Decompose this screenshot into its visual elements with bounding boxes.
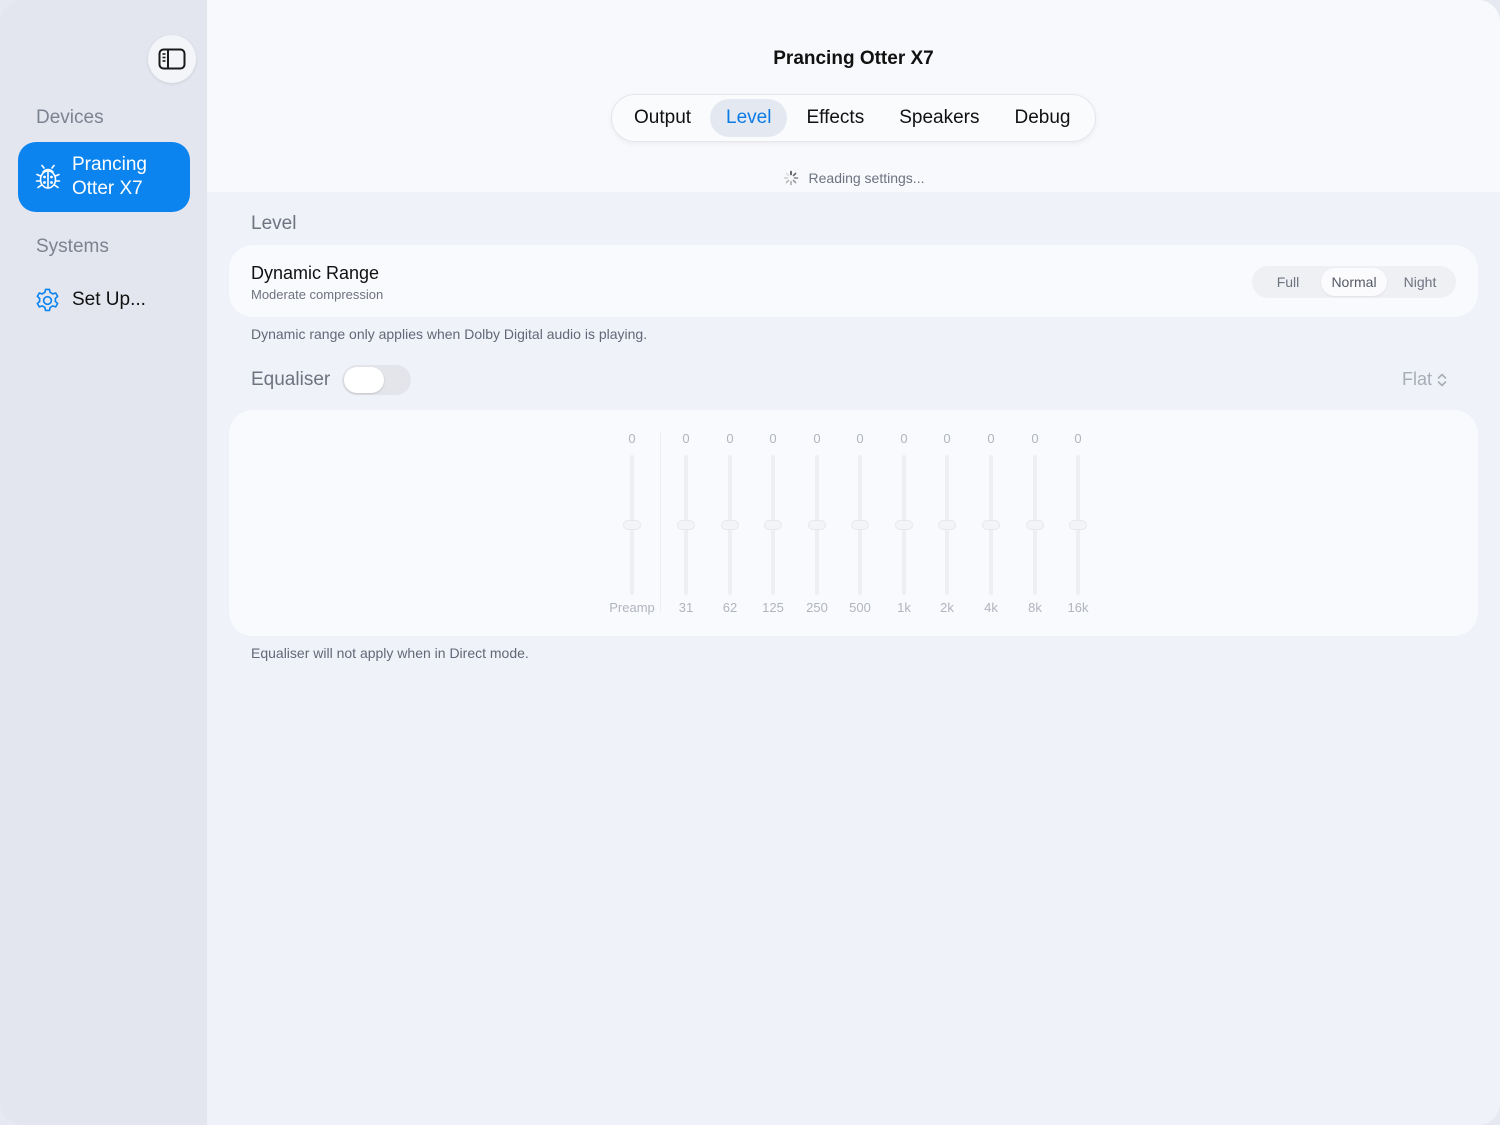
segment-normal[interactable]: Normal: [1321, 268, 1387, 296]
tab-bar: Output Level Effects Speakers Debug: [611, 94, 1096, 142]
segment-full[interactable]: Full: [1255, 268, 1321, 296]
eq-band-value: 0: [628, 431, 636, 446]
equaliser-toggle[interactable]: [342, 365, 411, 395]
dynamic-range-subtitle: Moderate compression: [251, 287, 384, 302]
ladybug-icon: [35, 164, 61, 189]
sidebar-item-device[interactable]: Prancing Otter X7: [18, 142, 190, 212]
eq-slider-thumb[interactable]: [764, 520, 782, 530]
eq-slider-thumb[interactable]: [851, 520, 869, 530]
equaliser-label: Equaliser: [251, 369, 331, 390]
preset-selector[interactable]: Flat: [1402, 369, 1447, 390]
eq-band-value: 0: [769, 431, 777, 446]
eq-slider-thumb[interactable]: [1026, 520, 1044, 530]
chevron-up-down-icon: [1437, 373, 1447, 386]
eq-band-value: 0: [1074, 431, 1082, 446]
eq-band-label: Preamp: [609, 600, 655, 615]
setup-item-label: Set Up...: [72, 289, 146, 310]
gear-icon: [36, 288, 59, 311]
app-window: Devices Prancing Otter X7 Systems Set Up…: [0, 0, 1500, 1125]
equaliser-note: Equaliser will not apply when in Direct …: [251, 645, 529, 661]
dynamic-range-note: Dynamic range only applies when Dolby Di…: [251, 326, 648, 342]
sidebar-icon: [158, 48, 186, 70]
devices-section-label: Devices: [36, 107, 104, 128]
spinner-icon: [783, 170, 798, 186]
page-title: Prancing Otter X7: [773, 48, 934, 69]
equaliser-header: Equaliser Flat: [251, 365, 1447, 395]
dynamic-range-segmented-control: Full Normal Night: [1252, 266, 1456, 298]
tab-debug[interactable]: Debug: [998, 99, 1086, 137]
device-item-label: Prancing Otter X7: [72, 154, 147, 199]
sidebar-toggle-button[interactable]: [148, 35, 196, 83]
dynamic-range-title: Dynamic Range: [251, 263, 380, 283]
level-section-title: Level: [251, 213, 297, 234]
header: Prancing Otter X7 Output Level Effects S…: [207, 0, 1500, 192]
eq-slider-thumb[interactable]: [721, 520, 739, 530]
eq-slider-thumb[interactable]: [623, 520, 641, 530]
tab-output[interactable]: Output: [618, 99, 707, 137]
eq-band-value: 0: [682, 431, 690, 446]
eq-band-label: 16k: [1067, 600, 1089, 615]
tab-level[interactable]: Level: [710, 99, 788, 137]
eq-slider-thumb[interactable]: [677, 520, 695, 530]
tab-effects[interactable]: Effects: [790, 99, 880, 137]
status-indicator: Reading settings...: [207, 170, 1500, 186]
toggle-knob: [344, 367, 384, 393]
status-text: Reading settings...: [808, 170, 925, 186]
sidebar: Devices Prancing Otter X7 Systems Set Up…: [0, 0, 207, 1125]
tab-speakers[interactable]: Speakers: [883, 99, 995, 137]
preset-value: Flat: [1401, 369, 1432, 389]
eq-band-slider[interactable]: 0 Preamp: [607, 410, 657, 636]
eq-slider-thumb[interactable]: [895, 520, 913, 530]
sidebar-item-setup[interactable]: Set Up...: [34, 286, 146, 314]
equaliser-card: 0 Preamp 0 31 0 62 0 125 0 250 0 500 0 1k 0 2k 0 4k 0 8k 0 16…: [229, 410, 1478, 636]
eq-band-value: 0: [856, 431, 864, 446]
eq-slider-thumb[interactable]: [938, 520, 956, 530]
systems-section-label: Systems: [36, 236, 109, 257]
eq-band-slider[interactable]: 0 16k: [1053, 410, 1103, 636]
eq-slider-thumb[interactable]: [982, 520, 1000, 530]
eq-slider-thumb[interactable]: [808, 520, 826, 530]
main-content: Level Dynamic Range Moderate compression…: [207, 192, 1500, 1125]
eq-slider-thumb[interactable]: [1069, 520, 1087, 530]
segment-night[interactable]: Night: [1387, 268, 1453, 296]
eq-band-value: 0: [943, 431, 951, 446]
eq-band-value: 0: [987, 431, 995, 446]
dynamic-range-card: Dynamic Range Moderate compression Full …: [229, 245, 1478, 317]
